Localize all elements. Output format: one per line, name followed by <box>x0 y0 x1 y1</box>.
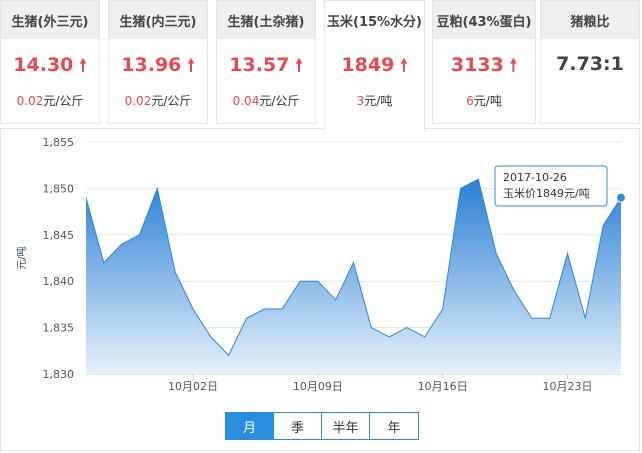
up-arrow-icon: 🠕 <box>79 56 87 76</box>
period-year-button[interactable]: 年 <box>370 413 418 439</box>
y-tick-label: 1,830 <box>43 368 75 381</box>
card-title: 猪粮比 <box>541 1 639 39</box>
y-tick-label: 1,840 <box>43 275 75 288</box>
card-price: 13.96 🠕 <box>109 53 207 82</box>
card-price: 3133 🠕 <box>433 53 535 82</box>
card-title: 生猪(内三元) <box>109 1 207 39</box>
x-tick-label: 10月16日 <box>418 380 468 393</box>
up-arrow-icon: 🠕 <box>509 56 518 76</box>
up-arrow-icon: 🠕 <box>400 56 408 76</box>
price-chart: 1,855 1,850 1,845 1,840 1,835 1,830 元/吨 10月02日 1… <box>15 136 626 393</box>
card-title: 生猪(外三元) <box>1 1 99 39</box>
ratio-value: 7.73:1 <box>556 53 624 75</box>
area-fill <box>86 179 621 374</box>
card-title: 玉米(15%水分) <box>325 1 424 39</box>
card-change: 6元/吨 <box>466 94 502 108</box>
x-tick-label: 10月02日 <box>168 380 218 393</box>
card-price: 14.30 🠕 <box>1 53 99 82</box>
y-tick-label: 1,845 <box>43 229 75 242</box>
period-quarter-button[interactable]: 季 <box>274 413 322 439</box>
card-title: 生猪(土杂猪) <box>217 1 315 39</box>
y-tick-label: 1,850 <box>43 182 75 195</box>
ratio-card[interactable]: 猪粮比 7.73:1 <box>540 0 640 124</box>
card-change: 0.04元/公斤 <box>232 94 300 108</box>
x-tick-label: 10月23日 <box>543 380 593 393</box>
card-change: 0.02元/公斤 <box>124 94 192 108</box>
highlight-point <box>616 192 626 203</box>
price-card-pig-local[interactable]: 生猪(土杂猪) 13.57 🠕 0.04元/公斤 <box>216 0 316 124</box>
y-axis-label: 元/吨 <box>15 246 28 269</box>
card-price: 1849 🠕 <box>325 53 424 82</box>
price-card-pig-inner[interactable]: 生猪(内三元) 13.96 🠕 0.02元/公斤 <box>108 0 208 124</box>
up-arrow-icon: 🠕 <box>187 56 195 76</box>
tooltip-value: 玉米价1849元/吨 <box>503 187 590 200</box>
price-card-soymeal[interactable]: 豆粕(43%蛋白) 3133 🠕 6元/吨 <box>432 0 536 124</box>
card-price: 13.57 🠕 <box>217 53 315 82</box>
up-arrow-icon: 🠕 <box>295 56 303 76</box>
period-month-button[interactable]: 月 <box>226 413 274 439</box>
period-selector: 月 季 半年 年 <box>225 412 419 440</box>
card-title: 豆粕(43%蛋白) <box>433 1 535 39</box>
card-change: 3元/吨 <box>356 94 393 108</box>
tooltip-date: 2017-10-26 <box>503 171 567 184</box>
price-card-pig-outer[interactable]: 生猪(外三元) 14.30 🠕 0.02元/公斤 <box>0 0 100 124</box>
y-tick-label: 1,855 <box>43 136 75 149</box>
y-tick-label: 1,835 <box>43 322 75 335</box>
period-halfyear-button[interactable]: 半年 <box>322 413 370 439</box>
price-card-corn[interactable]: 玉米(15%水分) 1849 🠕 3元/吨 <box>324 0 425 132</box>
chart-panel: 1,855 1,850 1,845 1,840 1,835 1,830 元/吨 10月02日 1… <box>0 128 640 451</box>
card-change: 0.02元/公斤 <box>16 94 84 108</box>
x-tick-label: 10月09日 <box>293 380 343 393</box>
